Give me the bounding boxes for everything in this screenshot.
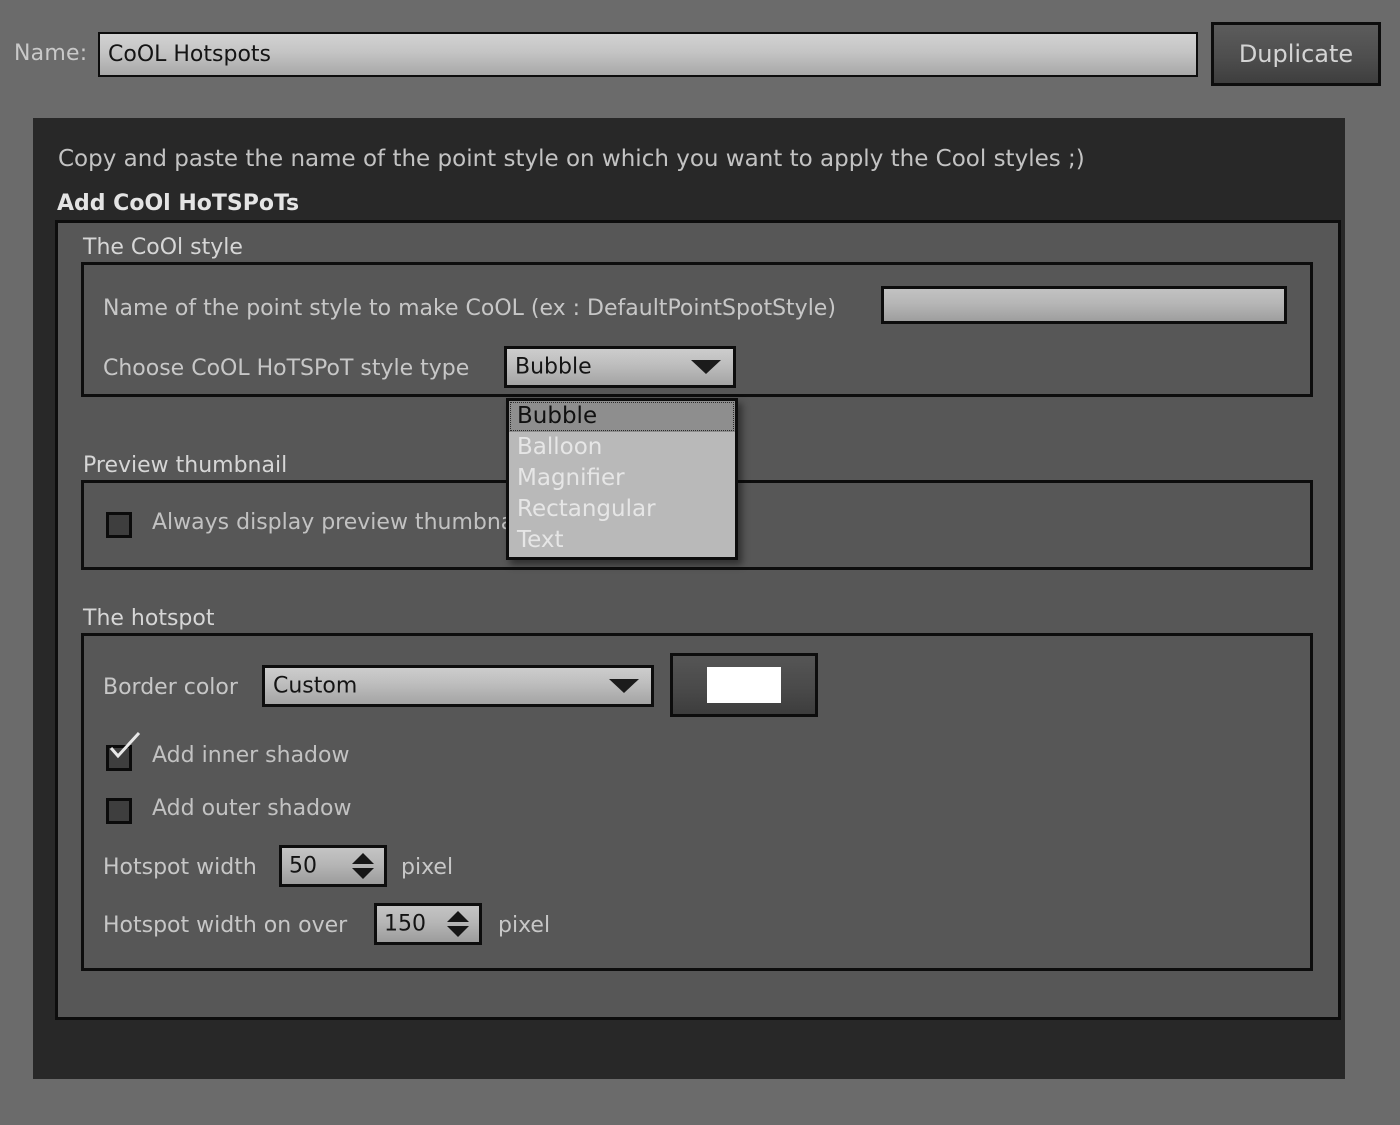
duplicate-button[interactable]: Duplicate <box>1211 22 1381 86</box>
point-style-label: Name of the point style to make CoOL (ex… <box>103 296 836 321</box>
always-display-preview-label: Always display preview thumbnail <box>152 510 527 535</box>
spinner-up-icon[interactable] <box>447 911 469 922</box>
group-cool-style: The CoOl style Name of the point style t… <box>81 235 1313 397</box>
hotspot-width-label: Hotspot width <box>103 855 257 880</box>
group-add-cool-hotspots-legend: Add CoOl HoTSPoTs <box>57 191 300 216</box>
style-type-dropdown-list[interactable]: Bubble Balloon Magnifier Rectangular Text <box>506 398 738 560</box>
name-row: Name: Duplicate <box>0 0 1400 105</box>
hotspot-width-value: 50 <box>289 853 317 879</box>
point-style-input[interactable] <box>881 286 1287 324</box>
border-color-combobox[interactable]: Custom <box>262 665 654 707</box>
style-type-combobox-value: Bubble <box>515 354 592 380</box>
group-cool-style-legend: The CoOl style <box>83 235 243 260</box>
checkbox-box <box>106 798 132 824</box>
hotspot-width-spinner[interactable]: 50 <box>279 845 387 887</box>
spinner-arrows-icon[interactable] <box>352 852 374 880</box>
dialog-root: Name: Duplicate Copy and paste the name … <box>0 0 1400 1125</box>
hotspot-width-unit: pixel <box>401 855 454 880</box>
spinner-up-icon[interactable] <box>352 853 374 864</box>
spinner-arrows-icon[interactable] <box>447 910 469 938</box>
group-hotspot: The hotspot Border color Custom Add inne… <box>81 606 1313 971</box>
group-preview-thumbnail-legend: Preview thumbnail <box>83 453 288 478</box>
add-inner-shadow-label: Add inner shadow <box>152 743 350 768</box>
border-color-label: Border color <box>103 675 238 700</box>
chevron-down-icon <box>691 360 721 374</box>
settings-panel: Copy and paste the name of the point sty… <box>33 118 1345 1079</box>
spinner-down-icon[interactable] <box>447 926 469 937</box>
add-outer-shadow-label: Add outer shadow <box>152 796 352 821</box>
style-type-label: Choose CoOL HoTSPoT style type <box>103 356 470 381</box>
hotspot-width-over-unit: pixel <box>498 913 551 938</box>
hotspot-width-over-value: 150 <box>384 911 426 937</box>
style-type-option-balloon[interactable]: Balloon <box>509 432 735 463</box>
check-icon <box>109 732 141 759</box>
group-hotspot-legend: The hotspot <box>83 606 215 631</box>
style-type-option-text[interactable]: Text <box>509 525 735 556</box>
checkbox-box <box>106 732 141 771</box>
panel-hint-text: Copy and paste the name of the point sty… <box>58 146 1085 172</box>
name-label: Name: <box>14 41 88 66</box>
color-swatch <box>707 667 781 703</box>
hotspot-width-over-label: Hotspot width on over <box>103 913 348 938</box>
chevron-down-icon <box>609 679 639 693</box>
spinner-down-icon[interactable] <box>352 868 374 879</box>
style-type-option-bubble[interactable]: Bubble <box>509 401 735 432</box>
name-input[interactable] <box>98 32 1198 77</box>
style-type-option-magnifier[interactable]: Magnifier <box>509 463 735 494</box>
border-color-swatch-button[interactable] <box>670 653 818 717</box>
checkbox-box <box>106 512 132 538</box>
style-type-option-rectangular[interactable]: Rectangular <box>509 494 735 525</box>
group-add-cool-hotspots: Add CoOl HoTSPoTs The CoOl style Name of… <box>55 191 1341 1020</box>
border-color-combobox-value: Custom <box>273 673 358 699</box>
hotspot-width-over-spinner[interactable]: 150 <box>374 903 482 945</box>
style-type-combobox[interactable]: Bubble <box>504 346 736 388</box>
